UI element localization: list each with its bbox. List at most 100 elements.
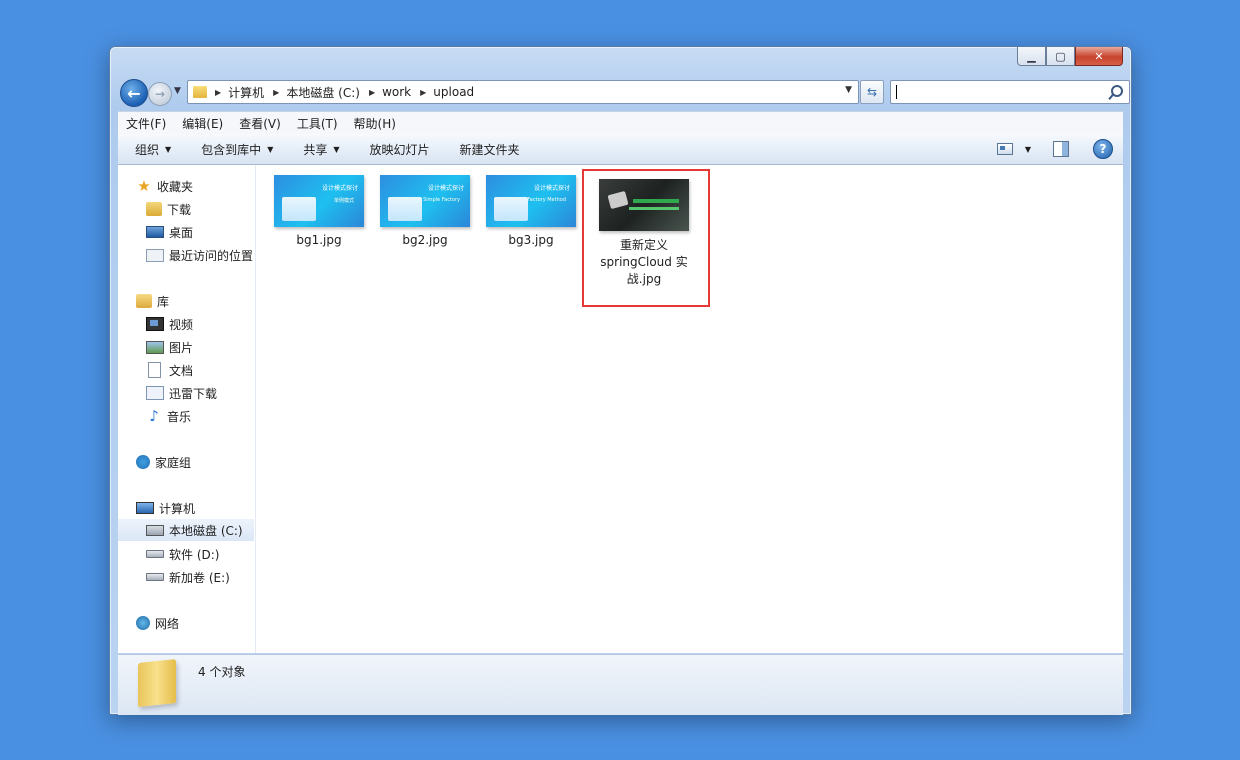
sidebar-item-documents[interactable]: 文档	[146, 359, 282, 381]
search-icon[interactable]	[1111, 85, 1123, 97]
drive-icon	[146, 573, 164, 581]
image-thumbnail: 设计模式探讨 单例模式	[274, 175, 364, 227]
sidebar-item-label: 桌面	[169, 225, 194, 240]
command-bar: 组织 ▼ 包含到库中 ▼ 共享 ▼ 放映幻灯片 新建文件夹 ▼ ?	[118, 134, 1123, 165]
sidebar-item-thunder[interactable]: 迅雷下载	[146, 382, 282, 404]
file-item[interactable]: 设计模式探讨 单例模式 bg1.jpg	[267, 175, 371, 247]
breadcrumb-computer[interactable]: 计算机	[228, 84, 264, 101]
breadcrumb-upload[interactable]: upload	[433, 85, 474, 99]
network-icon	[136, 616, 150, 630]
computer-icon	[136, 502, 154, 514]
file-item[interactable]: 重新定义 springCloud 实战.jpg	[592, 179, 696, 288]
music-note-icon: ♪	[149, 407, 159, 425]
sidebar-item-pictures[interactable]: 图片	[146, 336, 282, 358]
thumbnail-art	[629, 207, 679, 210]
menu-bar: 文件(F) 编辑(E) 查看(V) 工具(T) 帮助(H)	[118, 111, 1123, 134]
change-view-icon[interactable]	[996, 143, 1013, 155]
close-button[interactable]: ✕	[1075, 47, 1123, 66]
menu-help[interactable]: 帮助(H)	[346, 115, 404, 132]
slideshow-label: 放映幻灯片	[369, 142, 430, 157]
thumbnail-title: 设计模式探讨	[427, 185, 464, 192]
include-library-button[interactable]: 包含到库中 ▼	[184, 141, 286, 158]
sidebar-item-label: 迅雷下载	[169, 386, 218, 401]
details-pane: 4 个对象	[118, 654, 1123, 715]
sidebar-item-e-drive[interactable]: 新加卷 (E:)	[146, 566, 282, 588]
text-caret	[896, 85, 897, 99]
breadcrumb-work[interactable]: work	[382, 85, 411, 99]
sidebar-item-homegroup[interactable]: 家庭组	[136, 451, 272, 473]
history-dropdown-icon[interactable]: ▼	[174, 86, 181, 96]
file-item[interactable]: 设计模式探讨 Factory Method bg3.jpg	[479, 175, 583, 247]
breadcrumb-separator-icon[interactable]: ▶	[273, 88, 279, 97]
item-count: 4 个对象	[198, 665, 246, 679]
breadcrumb-separator-icon[interactable]: ▶	[369, 88, 375, 97]
image-thumbnail: 设计模式探讨 Factory Method	[486, 175, 576, 227]
menu-tools[interactable]: 工具(T)	[289, 115, 346, 132]
organize-label: 组织	[135, 142, 160, 157]
address-bar[interactable]: ▶ 计算机 ▶ 本地磁盘 (C:) ▶ work ▶ upload ▼	[187, 80, 859, 104]
help-icon[interactable]: ?	[1093, 139, 1113, 159]
recent-places-icon	[146, 248, 164, 262]
include-library-label: 包含到库中	[201, 142, 262, 157]
file-item[interactable]: 设计模式探讨 Simple Factory bg2.jpg	[373, 175, 477, 247]
minimize-button[interactable]: ▁	[1017, 47, 1046, 66]
thumbnail-subtitle: 单例模式	[333, 198, 354, 204]
image-thumbnail: 设计模式探讨 Simple Factory	[380, 175, 470, 227]
address-dropdown-icon[interactable]: ▼	[845, 85, 852, 95]
slideshow-button[interactable]: 放映幻灯片	[353, 141, 443, 158]
drive-icon	[146, 550, 164, 558]
breadcrumb-separator-icon[interactable]: ▶	[215, 88, 221, 97]
share-button[interactable]: 共享 ▼	[286, 141, 352, 158]
file-name: bg3.jpg	[508, 233, 554, 247]
organize-button[interactable]: 组织 ▼	[118, 141, 184, 158]
thumbnail-art	[388, 197, 422, 221]
library-icon	[136, 294, 152, 308]
share-label: 共享	[303, 142, 328, 157]
sidebar-item-recent[interactable]: 最近访问的位置	[146, 244, 282, 266]
new-folder-label: 新建文件夹	[459, 142, 520, 157]
video-icon	[146, 317, 164, 331]
file-name: bg1.jpg	[296, 233, 342, 247]
sidebar-item-network[interactable]: 网络	[136, 612, 272, 634]
sidebar-item-label: 家庭组	[155, 455, 192, 470]
new-folder-button[interactable]: 新建文件夹	[443, 141, 533, 158]
thumbnail-subtitle: Factory Method	[527, 197, 566, 203]
preview-pane-icon[interactable]	[1053, 141, 1069, 157]
thunder-download-icon	[146, 386, 164, 400]
sidebar-item-videos[interactable]: 视频	[146, 313, 282, 335]
content-area: ★ 收藏夹 下载 桌面 最近访问的位置 库 视频 图片 文档 迅雷下载 ♪ 音乐…	[118, 165, 1123, 653]
image-thumbnail	[599, 179, 689, 231]
chevron-down-icon[interactable]: ▼	[1025, 145, 1031, 154]
breadcrumb-c-drive[interactable]: 本地磁盘 (C:)	[286, 84, 360, 101]
chevron-down-icon: ▼	[267, 144, 274, 154]
sidebar-item-downloads[interactable]: 下载	[146, 198, 282, 220]
file-name: bg2.jpg	[402, 233, 448, 247]
sidebar-item-label: 文档	[169, 363, 194, 378]
forward-arrow-icon[interactable]: →	[148, 82, 172, 106]
back-arrow-icon[interactable]: ←	[120, 79, 148, 107]
sidebar-item-d-drive[interactable]: 软件 (D:)	[146, 543, 282, 565]
sidebar-item-label: 新加卷 (E:)	[169, 570, 230, 585]
sidebar-item-music[interactable]: ♪ 音乐	[146, 405, 282, 427]
chevron-down-icon: ▼	[165, 144, 172, 154]
menu-file[interactable]: 文件(F)	[118, 115, 174, 132]
sidebar-item-label: 库	[157, 294, 170, 309]
explorer-window: ▁ ▢ ✕ ← → ▼ ▶ 计算机 ▶ 本地磁盘 (C:) ▶ work ▶ u…	[109, 46, 1132, 715]
sidebar-item-computer[interactable]: 计算机	[136, 497, 272, 519]
menu-view[interactable]: 查看(V)	[231, 115, 289, 132]
menu-edit[interactable]: 编辑(E)	[174, 115, 231, 132]
maximize-button[interactable]: ▢	[1046, 47, 1075, 66]
sidebar-item-label: 计算机	[159, 501, 196, 516]
folder-icon	[193, 86, 207, 98]
thumbnail-art	[633, 199, 679, 203]
sidebar-item-c-drive[interactable]: 本地磁盘 (C:)	[118, 519, 254, 541]
download-folder-icon	[146, 202, 162, 216]
sidebar-item-favorites[interactable]: ★ 收藏夹	[136, 175, 272, 197]
breadcrumb-separator-icon[interactable]: ▶	[420, 88, 426, 97]
refresh-icon[interactable]: ⇆	[860, 80, 884, 104]
sidebar-item-desktop[interactable]: 桌面	[146, 221, 282, 243]
thumbnail-art	[282, 197, 316, 221]
navigation-pane: ★ 收藏夹 下载 桌面 最近访问的位置 库 视频 图片 文档 迅雷下载 ♪ 音乐…	[118, 165, 256, 653]
sidebar-item-libraries[interactable]: 库	[136, 290, 272, 312]
search-input[interactable]	[890, 80, 1130, 104]
